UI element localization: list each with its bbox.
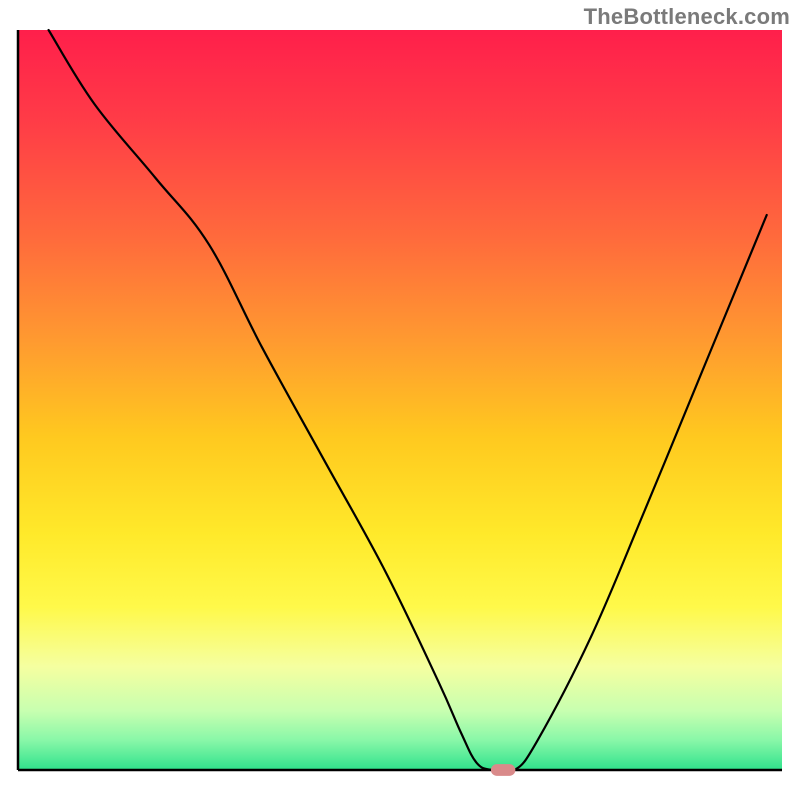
plot-background (18, 30, 782, 770)
watermark-text: TheBottleneck.com (584, 4, 790, 30)
bottleneck-chart (0, 0, 800, 800)
optimal-point-marker (491, 764, 515, 776)
